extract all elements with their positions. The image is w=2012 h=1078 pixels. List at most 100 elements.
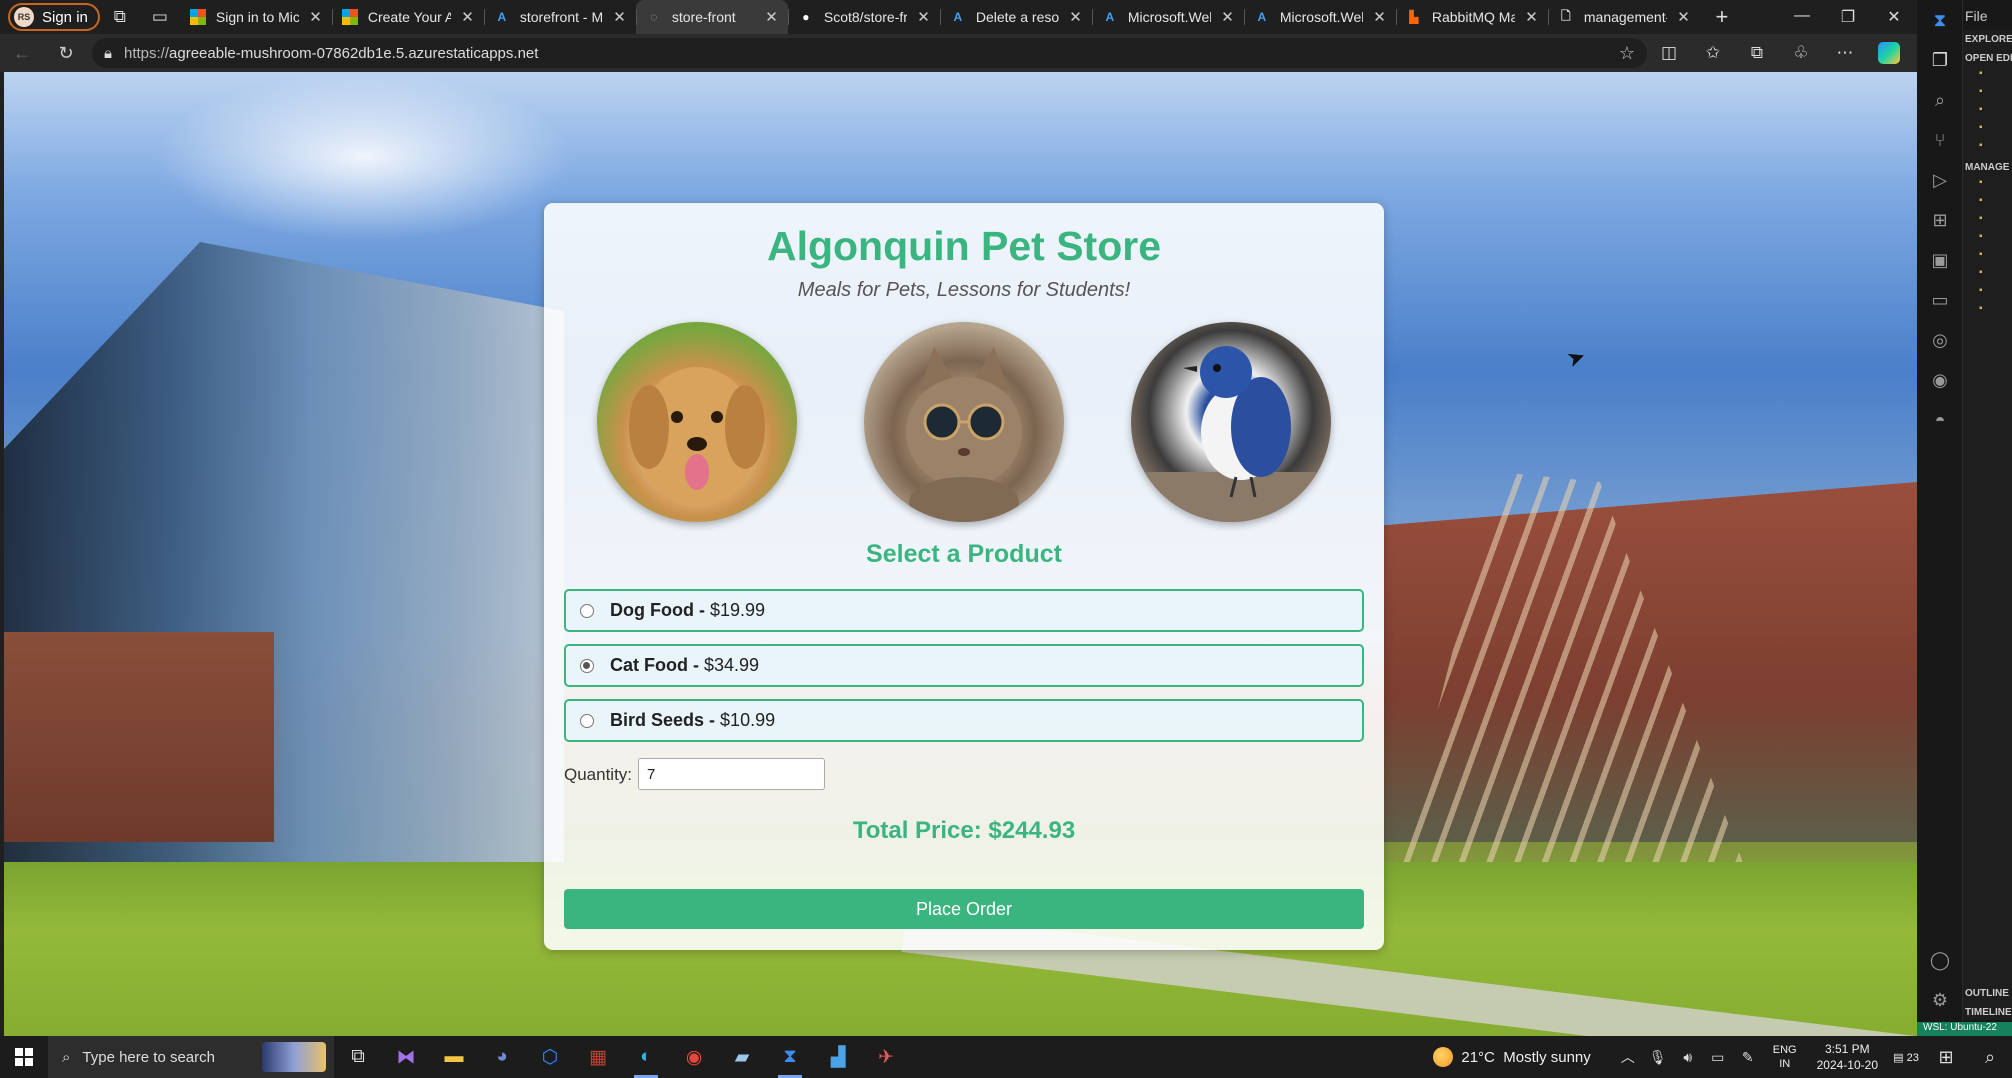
close-tab-icon[interactable]: ✕ [1525,8,1538,26]
browser-tab[interactable]: A Microsoft.Web-S ✕ [1243,0,1396,34]
remote-explorer-icon[interactable]: ▣ [1917,240,1963,280]
copilot-icon[interactable] [1867,34,1911,72]
browser-tab[interactable]: A Delete a resource ✕ [939,0,1092,34]
product-option-dog-food[interactable]: Dog Food - $19.99 [564,589,1364,632]
pen-icon[interactable]: ✎ [1736,1049,1760,1066]
file-entry[interactable]: ▪ [1963,104,2012,122]
file-entry[interactable]: ▪ [1963,285,2012,303]
close-tab-icon[interactable]: ✕ [1677,8,1690,26]
discord-icon[interactable]: ◕ [478,1036,526,1078]
refresh-icon[interactable]: ↻ [44,34,88,72]
visual-studio-icon[interactable]: ⧓ [382,1036,430,1078]
vscode-icon[interactable]: ⧗ [766,1036,814,1078]
browser-tab[interactable]: 🗋 management-se ✕ [1547,0,1700,34]
taskbar-search[interactable]: ⌕ Type here to search [48,1036,334,1078]
browser-tab[interactable]: Sign in to Microsoft ✕ [180,0,332,34]
browser-tab[interactable]: A storefront - Micr ✕ [483,0,636,34]
edge-icon[interactable]: ◐ [622,1036,670,1078]
manage-section[interactable]: MANAGE [1963,158,2012,177]
more-menu-icon[interactable]: ⋯ [1823,34,1867,72]
network-tool-icon[interactable]: ✈ [862,1036,910,1078]
open-editors-section[interactable]: OPEN EDITORS [1963,49,2012,68]
taskbar-search-icon[interactable]: ⌕ [1968,1036,2012,1078]
extensions-icon[interactable]: ⊞ [1917,200,1963,240]
file-explorer-icon[interactable]: ▬ [430,1036,478,1078]
shield-icon[interactable]: ⬡ [526,1036,574,1078]
git-graph-icon[interactable]: ◎ [1917,320,1963,360]
restore-icon[interactable]: ❐ [1825,7,1871,27]
product-option-bird-seeds[interactable]: Bird Seeds - $10.99 [564,699,1364,742]
browser-tab[interactable]: ▙ RabbitMQ Mana ✕ [1395,0,1548,34]
file-entry[interactable]: ▪ [1963,122,2012,140]
windows-store-icon[interactable]: ⊞ [1924,1036,1968,1078]
file-entry[interactable]: ▪ [1963,86,2012,104]
workspaces-icon[interactable]: ⧉ [100,0,140,34]
quantity-input[interactable] [638,758,825,790]
file-entry[interactable]: ▪ [1963,267,2012,285]
volume-icon[interactable]: 🔊︎ [1676,1049,1700,1066]
microphone-icon[interactable]: 🎙︎ [1646,1049,1670,1066]
chevron-up-icon[interactable]: ︿ [1616,1047,1640,1067]
folder-icon[interactable]: ▭ [1917,280,1963,320]
language-indicator[interactable]: ENG IN [1773,1043,1797,1071]
weather-widget[interactable]: 21°C Mostly sunny [1423,1047,1612,1067]
url-field[interactable]: 🔒︎ https://agreeable-mushroom-07862db1e.… [92,38,1647,68]
close-tab-icon[interactable]: ✕ [1221,8,1234,26]
file-entry[interactable]: ▪ [1963,177,2012,195]
split-screen-icon[interactable]: ◫ [1647,34,1691,72]
browser-tab[interactable]: Create Your Azure ✕ [331,0,484,34]
chrome-icon[interactable]: ◉ [670,1036,718,1078]
clock[interactable]: 3:51 PM 2024-10-20 [1817,1041,1878,1073]
paint-icon[interactable]: ▟ [814,1036,862,1078]
run-debug-icon[interactable]: ▷ [1917,160,1963,200]
browser-tab[interactable]: A Microsoft.Web-S ✕ [1091,0,1244,34]
file-entry[interactable]: ▪ [1963,303,2012,321]
close-tab-icon[interactable]: ✕ [309,8,322,26]
close-tab-icon[interactable]: ✕ [917,8,930,26]
browser-tab[interactable]: ● Scot8/store-front ✕ [787,0,940,34]
file-entry[interactable]: ▪ [1963,249,2012,267]
extensions-icon[interactable]: ♧ [1779,34,1823,72]
file-entry[interactable]: ▪ [1963,140,2012,158]
new-tab-button[interactable]: + [1700,4,1744,30]
radio-dog-food[interactable] [580,603,594,618]
radio-cat-food[interactable] [580,658,594,673]
close-tab-icon[interactable]: ✕ [1069,8,1082,26]
settings-gear-icon[interactable]: ⚙ [1917,980,1963,1020]
place-order-button[interactable]: Place Order [564,889,1364,929]
explorer-icon[interactable]: ❐ [1917,40,1963,80]
outline-section[interactable]: OUTLINE [1963,984,2012,1003]
notifications-button[interactable]: ▤ 23 [1888,1051,1924,1064]
favorite-star-icon[interactable]: ☆ [1619,43,1635,64]
radio-bird-seeds[interactable] [580,713,594,728]
product-option-cat-food[interactable]: Cat Food - $34.99 [564,644,1364,687]
file-entry[interactable]: ▪ [1963,68,2012,86]
account-icon[interactable]: ◯ [1917,940,1963,980]
notepad-icon[interactable]: ▰ [718,1036,766,1078]
close-tab-icon[interactable]: ✕ [765,8,778,26]
file-entry[interactable]: ▪ [1963,231,2012,249]
azure-icon[interactable]: ◉ [1917,360,1963,400]
close-tab-icon[interactable]: ✕ [613,8,626,26]
close-tab-icon[interactable]: ✕ [461,8,474,26]
winrar-icon[interactable]: ▦ [574,1036,622,1078]
tab-actions-icon[interactable]: ▭ [140,0,180,34]
source-control-icon[interactable]: ⑂ [1917,120,1963,160]
favorites-icon[interactable]: ✩ [1691,34,1735,72]
battery-icon[interactable]: ▭ [1706,1049,1730,1066]
close-tab-icon[interactable]: ✕ [1373,8,1386,26]
minimize-icon[interactable]: — [1779,7,1825,27]
timeline-section[interactable]: TIMELINE [1963,1003,2012,1022]
close-window-icon[interactable]: ✕ [1871,7,1917,27]
vscode-menu-file[interactable]: File [1965,8,1988,24]
back-icon[interactable]: ← [0,34,44,72]
vscode-status-remote[interactable]: WSL: Ubuntu-22 [1917,1022,2012,1036]
collections-icon[interactable]: ⧉ [1735,34,1779,72]
browser-tab-active[interactable]: ◌ store-front ✕ [635,0,788,34]
docker-icon[interactable]: ◓ [1917,400,1963,440]
search-icon[interactable]: ⌕ [1917,80,1963,120]
profile-button[interactable]: RS Sign in [8,3,100,31]
task-view-icon[interactable]: ⧉ [334,1036,382,1078]
file-entry[interactable]: ▪ [1963,195,2012,213]
file-entry[interactable]: ▪ [1963,213,2012,231]
